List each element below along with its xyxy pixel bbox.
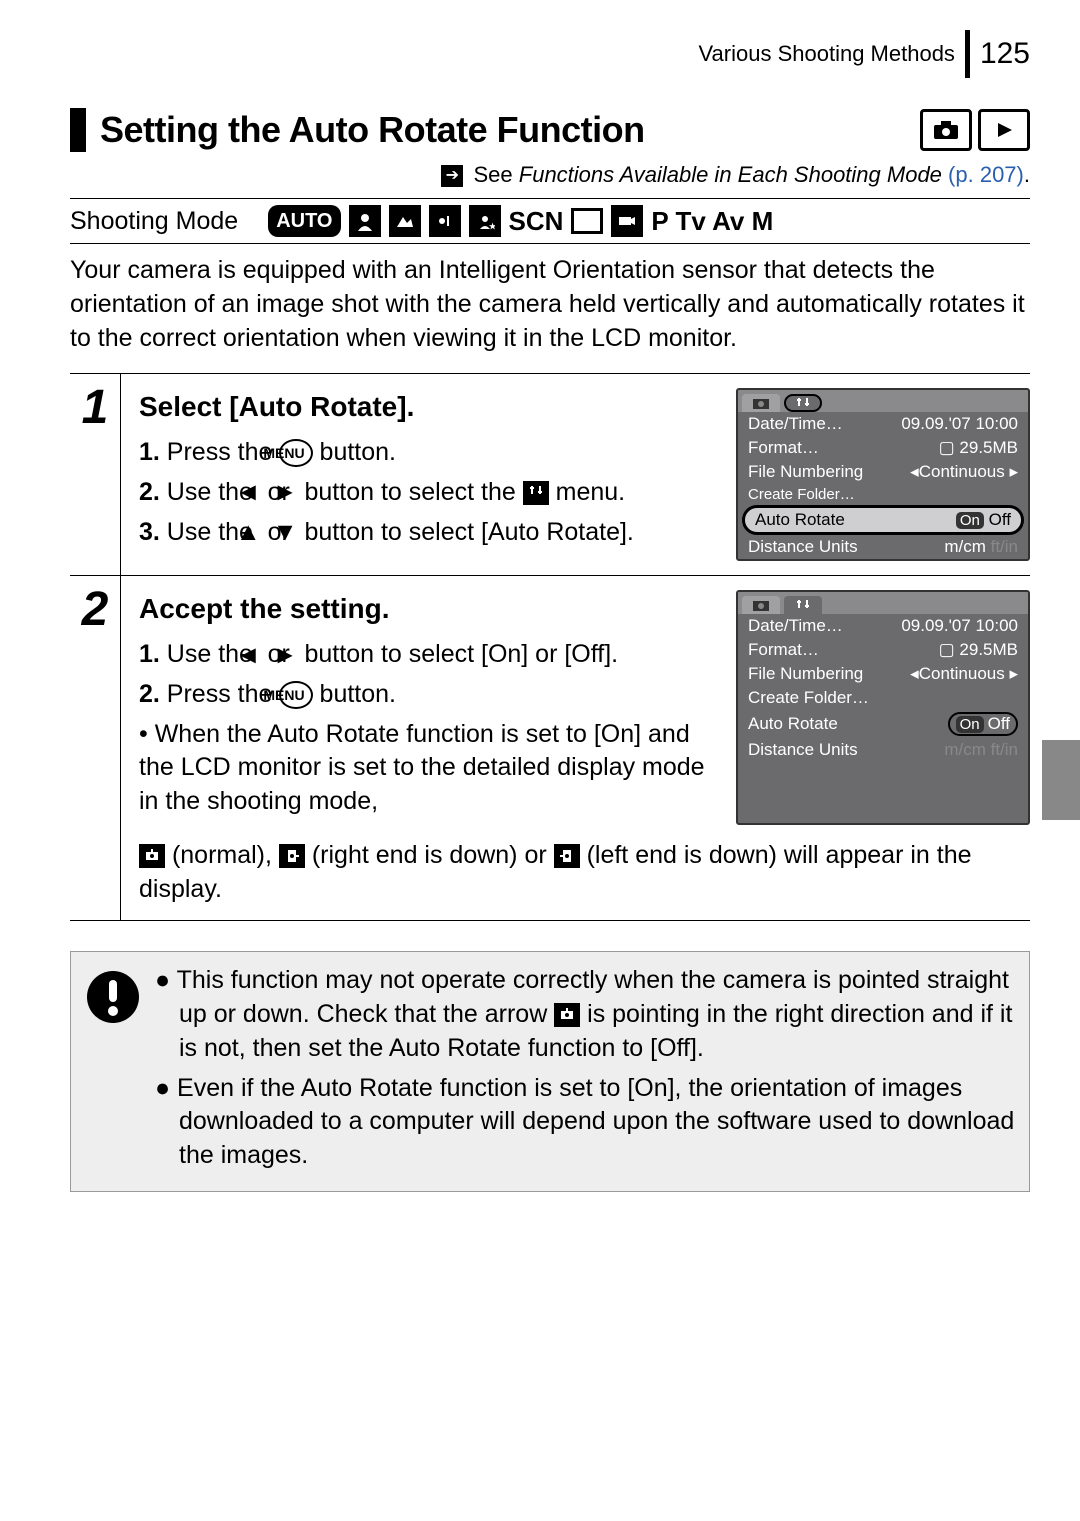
camera-lcd-screenshot-2: Date/Time…09.09.'07 10:00 Format…▢ 29.5M…: [736, 590, 1030, 825]
shooting-mode-row: Shooting Mode AUTO ★ SCN P Tv Av M: [70, 198, 1030, 244]
portrait-mode-icon: [349, 205, 381, 237]
lcd-auto-rotate-row: Auto Rotate On Off: [738, 710, 1028, 738]
camera-lcd-screenshot-1: Date/Time…09.09.'07 10:00 Format…▢ 29.5M…: [736, 388, 1030, 561]
stitch-mode-icon: [571, 208, 603, 234]
tools-menu-icon: [523, 481, 549, 505]
lcd-on-off-circled: On Off: [948, 712, 1018, 736]
step-2-bullet-continued: (normal), (right end is down) or (left e…: [139, 839, 1030, 907]
step-2-bullet-partial: • When the Auto Rotate function is set t…: [139, 718, 722, 819]
shooting-mode-label: Shooting Mode: [70, 207, 238, 236]
page-side-tab: [1042, 740, 1080, 820]
scn-mode-label: SCN: [509, 206, 564, 237]
orientation-right-icon: [279, 844, 305, 868]
see-functions-link: ➔ See Functions Available in Each Shooti…: [70, 162, 1030, 188]
menu-button-icon: MENU: [279, 681, 312, 709]
note-bullet-2: ● Even if the Auto Rotate function is se…: [155, 1072, 1017, 1173]
arrow-right-icon: ➔: [441, 165, 463, 187]
shooting-mode-icons: AUTO ★ SCN P Tv Av M: [268, 205, 773, 237]
special-mode-icon: ★: [469, 205, 501, 237]
step-2-line-1: 1. Use the ◄ or ► button to select [On] …: [139, 638, 722, 672]
step-2-line-2: 2. Press the MENU button.: [139, 678, 722, 712]
lcd-auto-rotate-row-highlighted: Auto Rotate On Off: [742, 505, 1024, 535]
lcd-camera-tab-icon: [742, 394, 780, 412]
orientation-normal-icon: [139, 844, 165, 868]
chapter-title: Various Shooting Methods: [699, 41, 955, 67]
note-bullet-1: ● This function may not operate correctl…: [155, 964, 1017, 1065]
page-number: 125: [980, 37, 1030, 71]
step-1-heading: Select [Auto Rotate].: [139, 388, 722, 426]
orientation-left-icon: [554, 844, 580, 868]
auto-mode-icon: AUTO: [268, 205, 340, 237]
ptvavmm-modes: P Tv Av M: [651, 206, 773, 237]
camera-mode-icon: [920, 109, 972, 151]
header-divider: [965, 30, 970, 78]
step-1-line-2: 2. Use the ◄ or ► button to select the m…: [139, 476, 722, 510]
see-link-text: Functions Available in Each Shooting Mod…: [519, 162, 942, 187]
lcd-tools-tab-icon: [784, 394, 822, 412]
landscape-mode-icon: [389, 205, 421, 237]
section-title: Setting the Auto Rotate Function: [100, 109, 920, 151]
step-2: 2 Accept the setting. 1. Use the ◄ or ► …: [70, 576, 1030, 921]
orientation-arrow-icon: [554, 1003, 580, 1027]
section-bar: [70, 108, 86, 152]
movie-mode-icon: [611, 205, 643, 237]
night-mode-icon: [429, 205, 461, 237]
step-1-line-1: 1. Press the MENU button.: [139, 436, 722, 470]
step-1-line-3: 3. Use the ▲ or ▼ button to select [Auto…: [139, 516, 722, 550]
page-header: Various Shooting Methods 125: [70, 30, 1030, 78]
menu-button-icon: MENU: [279, 439, 312, 467]
step-2-heading: Accept the setting.: [139, 590, 722, 628]
intro-text: Your camera is equipped with an Intellig…: [70, 254, 1030, 355]
step-number-2: 2: [82, 586, 109, 634]
playback-mode-icon: [978, 109, 1030, 151]
see-page-ref: (p. 207): [948, 162, 1024, 187]
mode-indicator-icons: [920, 109, 1030, 151]
caution-note: ● This function may not operate correctl…: [70, 951, 1030, 1192]
section-title-row: Setting the Auto Rotate Function: [70, 108, 1030, 152]
lcd-tools-tab-icon: [784, 596, 822, 614]
caution-icon: [83, 964, 143, 1179]
svg-text:★: ★: [489, 222, 495, 231]
lcd-camera-tab-icon: [742, 596, 780, 614]
step-1: 1 Select [Auto Rotate]. 1. Press the MEN…: [70, 373, 1030, 576]
see-prefix: See: [474, 162, 519, 187]
step-number-1: 1: [82, 384, 109, 432]
